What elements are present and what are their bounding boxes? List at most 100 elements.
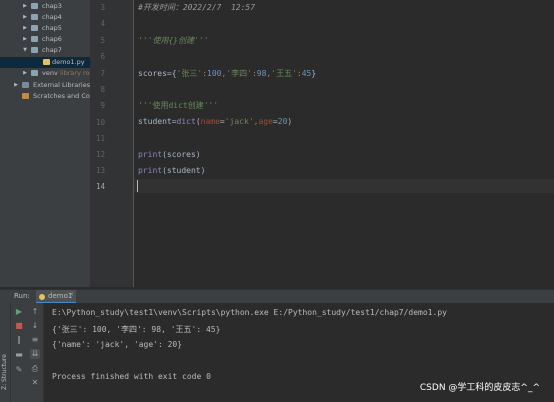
line-number: 6 [100,52,105,61]
tree-item-label: venv [42,69,58,77]
code-token: ) [287,117,293,126]
console-line: {'张三': 100, '李四': 98, '王五': 45} [52,325,221,334]
line-number: 8 [100,85,105,94]
folder-icon [31,36,38,42]
line-number-gutter: 3 4 5 6 7 8 9 10 11 12 13 14 [91,0,134,287]
string-key: '张三' [176,69,203,78]
layout-icon[interactable]: ▬ [14,350,24,360]
line-number: 4 [100,19,105,28]
code-line-9: '''使用dict创建''' [138,101,219,110]
tree-item-label: chap4 [42,13,62,21]
code-line-10: student=dict(name='jack',age=20) [138,116,292,128]
python-file-icon [43,59,50,65]
tree-item-label: chap6 [42,35,62,43]
rerun-icon[interactable]: ▶ [14,307,24,317]
tree-item-demo1[interactable]: demo1.py [0,57,90,68]
scroll-to-end-icon[interactable]: ⇊ [30,349,40,359]
code-token: } [311,69,317,78]
folder-icon [31,3,38,9]
scroll-up-icon[interactable]: ↑ [30,307,40,317]
current-line-highlight [134,179,554,193]
number-value: 20 [277,117,288,126]
tree-item-chap7[interactable]: ▼ chap7 [0,45,90,56]
tree-item-chap4[interactable]: ▶ chap4 [0,12,90,23]
scroll-down-icon[interactable]: ↓ [30,321,40,331]
run-panel-header: Run: demo1 × [0,289,554,304]
folder-icon [31,70,38,76]
variable-student: student [138,117,172,126]
line-number: 9 [100,101,105,110]
watermark: CSDN @学工科的皮皮志^_^ [419,383,540,393]
text-caret [137,180,138,192]
code-token: (scores) [162,150,201,159]
print-icon[interactable]: ⎙ [30,364,40,374]
code-token: (student) [162,166,206,175]
tree-item-chap6[interactable]: ▶ chap6 [0,34,90,45]
line-number: 3 [100,3,105,12]
code-line-12: print(scores) [138,149,201,161]
expand-arrow-icon[interactable]: ▶ [22,68,28,79]
line-number: 10 [95,118,105,127]
expand-arrow-icon[interactable]: ▶ [22,23,28,34]
pause-icon[interactable]: ∥ [14,335,24,345]
run-tab-demo1[interactable]: demo1 × [36,290,76,304]
folder-icon [31,14,38,20]
structure-tab[interactable]: Z: Structure [1,354,8,390]
tree-item-venv[interactable]: ▶ venv library roo [0,68,91,79]
string-key: '李四' [226,69,252,78]
line-number: 5 [100,36,105,45]
collapse-arrow-icon[interactable]: ▼ [22,45,28,56]
close-icon[interactable]: × [69,291,74,298]
scratch-icon [22,93,29,99]
pin-icon[interactable]: ✎ [14,365,24,375]
console-toolbar: ↑ ↓ ≡ ⇊ ⎙ ✕ [27,303,44,402]
expand-arrow-icon[interactable]: ▶ [22,34,28,45]
number-value: 45 [301,69,312,78]
tree-item-label: chap7 [42,46,62,54]
run-label: Run: [14,292,30,300]
tree-item-sublabel: library roo [60,69,91,77]
expand-arrow-icon[interactable]: ▶ [22,1,28,12]
tree-item-label: Scratches and Con [33,92,91,100]
line-number: 7 [100,69,105,78]
console-line: {'name': 'jack', 'age': 20} [52,340,183,349]
tree-item-chap5[interactable]: ▶ chap5 [0,23,90,34]
tree-item-scratches[interactable]: Scratches and Con [0,91,91,102]
run-toolbar: ▶ ■ ∥ ▬ ✎ [11,303,27,402]
folder-icon [31,47,38,53]
trash-icon[interactable]: ✕ [30,378,40,388]
code-line-13: print(student) [138,165,205,177]
tree-item-external-libraries[interactable]: ▶ External Libraries [0,80,91,91]
tree-item-chap3[interactable]: ▶ chap3 [0,1,90,12]
builtin-dict: dict [176,117,196,126]
string-value: 'jack' [224,117,254,126]
keyword-arg: age [258,117,273,126]
variable-scores: scores [138,69,167,78]
code-line-7: scores={'张三':100,'李四':98,'王五':45} [138,68,316,80]
line-number-current: 14 [95,182,105,191]
builtin-print: print [138,166,163,175]
keyword-arg: name [200,117,220,126]
project-tree-panel: ▶ chap3 ▶ chap4 ▶ chap5 ▶ chap6 ▼ chap7 … [0,0,91,287]
expand-arrow-icon[interactable]: ▶ [22,12,28,23]
builtin-print: print [138,150,163,159]
code-line-5: '''使用{}创建''' [138,36,209,45]
tree-item-label: External Libraries [33,81,91,89]
folder-icon [31,25,38,31]
console-line: E:\Python_study\test1\venv\Scripts\pytho… [52,308,447,317]
code-line-3: #开发时间：2022/2/7 12:57 [138,3,256,12]
number-value: 98 [256,69,267,78]
expand-arrow-icon[interactable]: ▶ [13,80,19,91]
soft-wrap-icon[interactable]: ≡ [30,335,40,345]
library-icon [22,82,29,88]
line-number: 12 [95,150,105,159]
line-number: 11 [95,134,105,143]
tree-item-label: chap3 [42,2,62,10]
code-editor[interactable]: #开发时间：2022/2/7 12:57 '''使用{}创建''' scores… [134,0,554,287]
string-key: '王五' [271,69,297,78]
console-line: Process finished with exit code 0 [52,372,211,381]
line-number: 13 [95,166,105,175]
tree-item-label: chap5 [42,24,62,32]
tree-item-label: demo1.py [52,58,85,66]
stop-icon[interactable]: ■ [14,321,24,331]
